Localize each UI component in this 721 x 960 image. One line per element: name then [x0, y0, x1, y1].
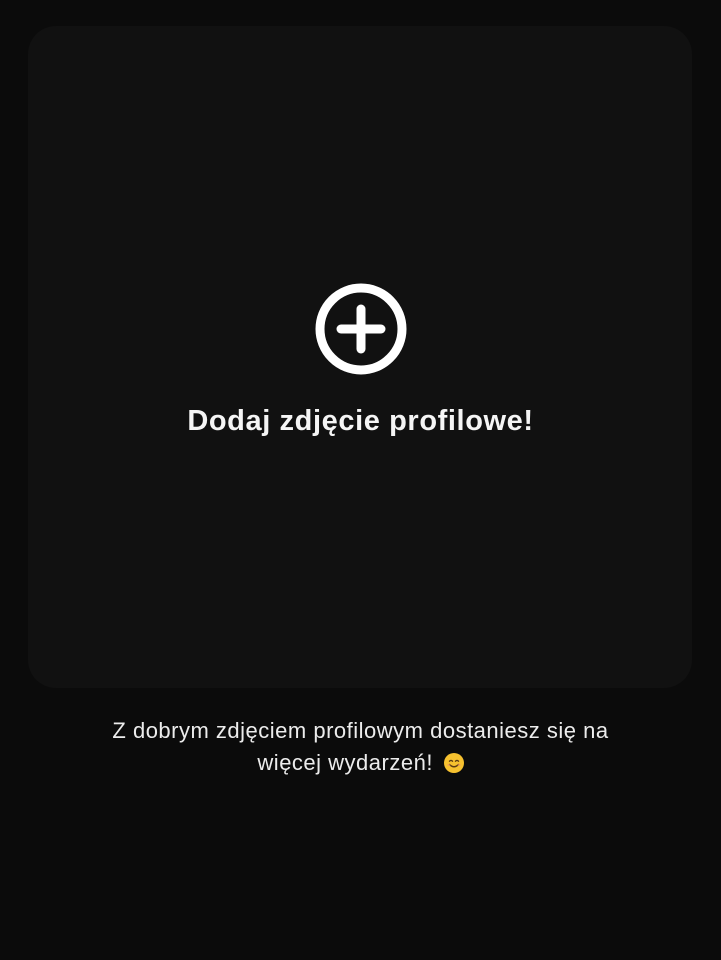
add-circle-icon[interactable] [314, 282, 408, 376]
profile-photo-hint: Z dobrym zdjęciem profilowym dostaniesz … [60, 715, 661, 779]
add-profile-photo-title: Dodaj zdjęcie profilowe! [187, 405, 534, 437]
smiling-face-icon [443, 753, 464, 773]
hint-line-2: więcej wydarzeń! [257, 750, 433, 775]
hint-line-1: Z dobrym zdjęciem profilowym dostaniesz … [112, 718, 609, 743]
